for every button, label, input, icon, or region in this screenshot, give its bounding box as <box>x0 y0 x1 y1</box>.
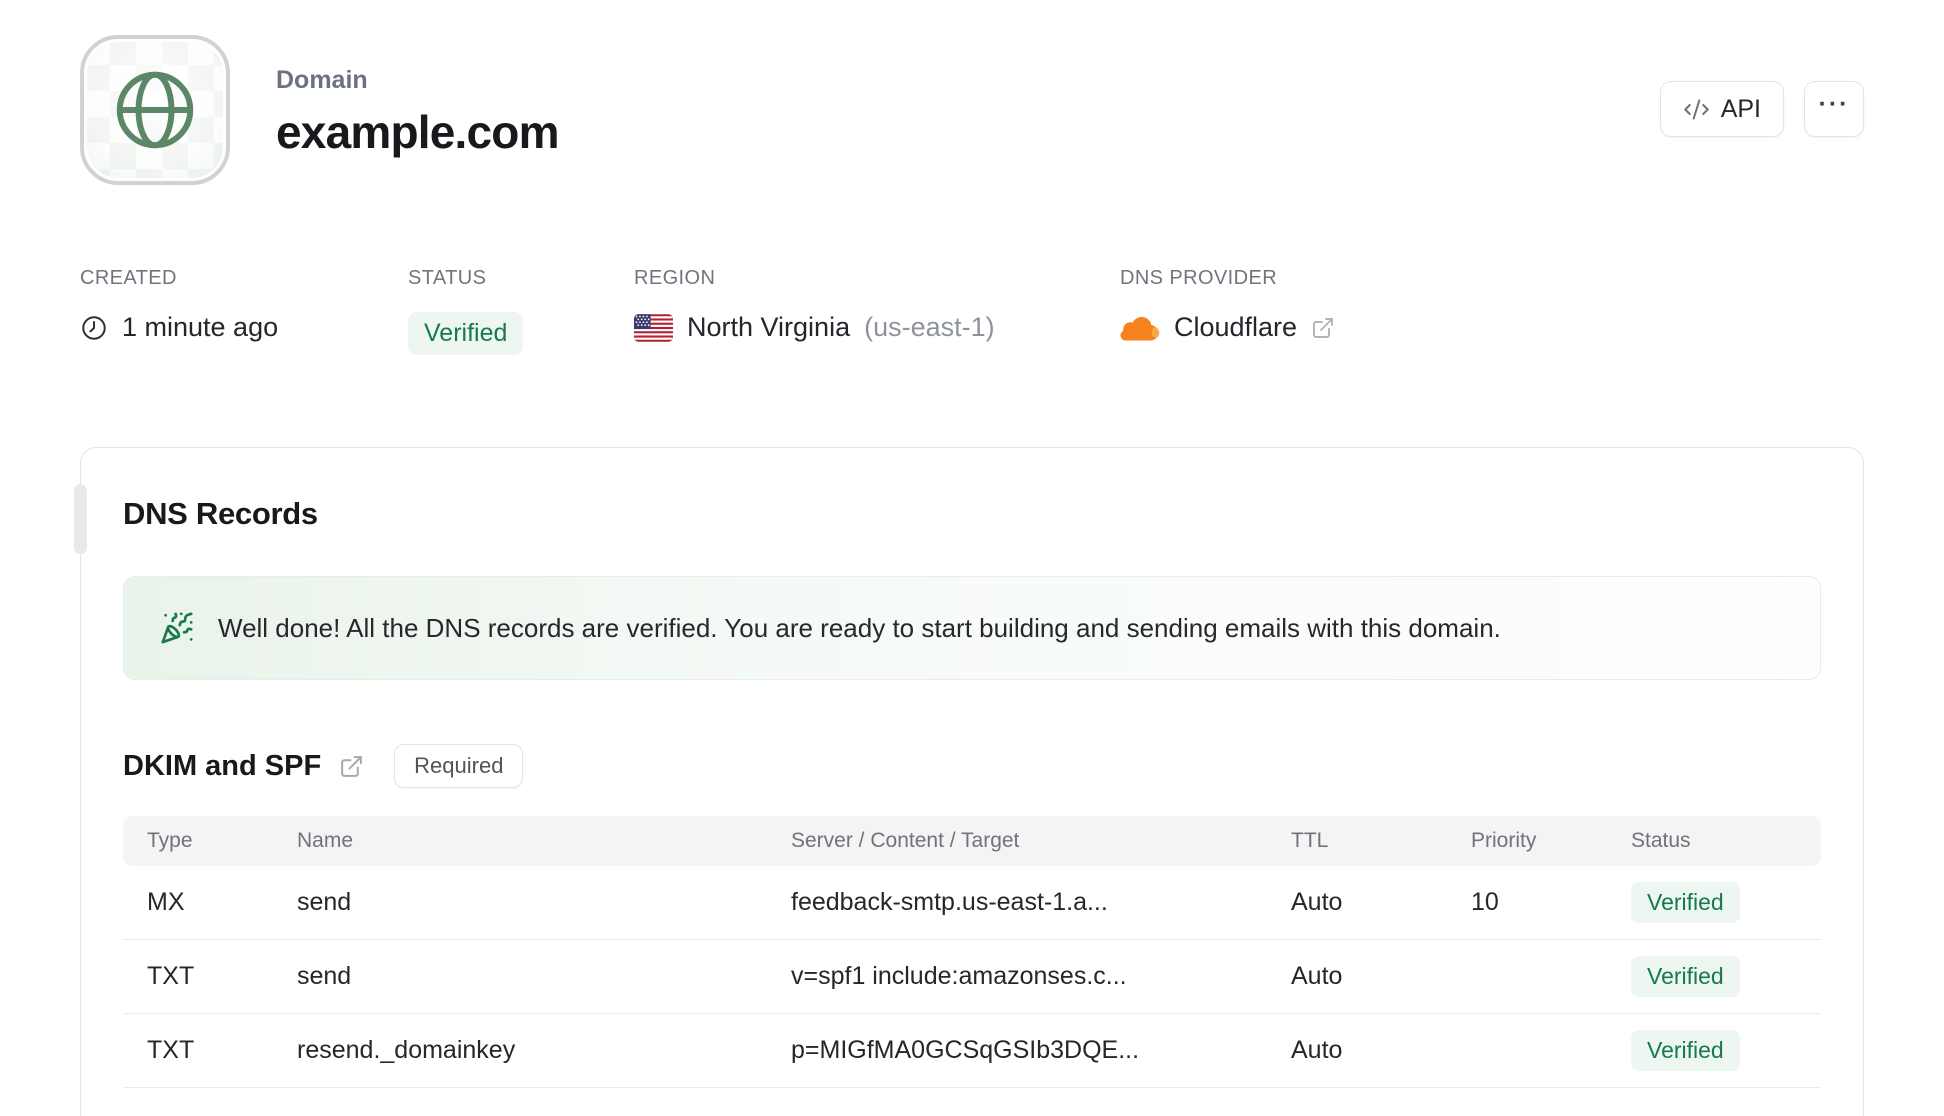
record-type: TXT <box>147 1036 195 1064</box>
clock-icon <box>80 314 108 342</box>
record-status-badge: Verified <box>1631 1030 1740 1071</box>
party-popper-icon <box>161 612 193 644</box>
record-ttl: Auto <box>1291 1036 1343 1064</box>
record-name: send <box>297 962 352 990</box>
meta-dns-provider: DNS PROVIDER Cloudflare <box>1120 267 1335 355</box>
cloudflare-icon <box>1120 314 1160 341</box>
page-title: example.com <box>276 105 559 158</box>
record-name: send <box>297 888 352 916</box>
record-type: TXT <box>147 962 195 990</box>
api-button[interactable]: API <box>1659 81 1784 137</box>
col-header-name: Name <box>297 829 354 852</box>
record-status-badge: Verified <box>1631 956 1740 997</box>
success-banner: Well done! All the DNS records are verif… <box>123 576 1821 680</box>
dkim-spf-title: DKIM and SPF <box>123 749 322 782</box>
meta-created: CREATED 1 minute ago <box>80 267 408 355</box>
col-header-type: Type <box>147 829 193 852</box>
domain-meta: CREATED 1 minute ago STATUS Verified REG… <box>80 267 1864 355</box>
table-row: TXT resend._domainkey p=MIGfMA0GCSqGSIb3… <box>123 1014 1821 1088</box>
record-type: MX <box>147 888 185 916</box>
col-header-ttl: TTL <box>1291 829 1329 852</box>
region-code: (us-east-1) <box>864 312 995 342</box>
status-badge: Verified <box>408 312 524 355</box>
table-row: TXT send v=spf1 include:amazonses.c... A… <box>123 940 1821 1014</box>
status-label: STATUS <box>408 267 487 289</box>
ellipsis-icon: ··· <box>1818 89 1850 118</box>
table-row: MX send feedback-smtp.us-east-1.a... Aut… <box>123 866 1821 940</box>
created-label: CREATED <box>80 267 177 289</box>
dkim-spf-section-header: DKIM and SPF Required <box>123 744 1821 788</box>
dns-records-card: DNS Records Well done! All the DNS recor… <box>74 447 1864 1116</box>
card-notch <box>74 484 87 554</box>
record-content: v=spf1 include:amazonses.c... <box>791 962 1127 990</box>
col-header-status: Status <box>1631 829 1691 852</box>
dns-records-table: Type Name Server / Content / Target TTL … <box>123 816 1821 1088</box>
meta-status: STATUS Verified <box>408 267 634 355</box>
record-status-badge: Verified <box>1631 882 1740 923</box>
record-content: feedback-smtp.us-east-1.a... <box>791 888 1108 916</box>
col-header-content: Server / Content / Target <box>791 829 1020 852</box>
dns-provider-label: DNS PROVIDER <box>1120 267 1278 289</box>
meta-region: REGION North Virginia (us-east-1) <box>634 267 1120 355</box>
record-priority: 10 <box>1471 888 1499 916</box>
api-button-label: API <box>1720 94 1761 123</box>
col-header-priority: Priority <box>1471 829 1537 852</box>
code-icon <box>1683 98 1709 120</box>
us-flag-icon <box>634 313 673 342</box>
record-ttl: Auto <box>1291 888 1343 916</box>
more-options-button[interactable]: ··· <box>1804 81 1864 137</box>
dns-records-title: DNS Records <box>123 496 318 531</box>
external-link-icon[interactable] <box>339 754 364 779</box>
globe-icon <box>116 71 194 149</box>
page-header: Domain example.com API ··· <box>80 35 1864 185</box>
record-content: p=MIGfMA0GCSqGSIb3DQE... <box>791 1036 1140 1064</box>
created-value: 1 minute ago <box>122 312 279 342</box>
required-badge: Required <box>394 744 524 788</box>
region-value: North Virginia <box>687 312 851 342</box>
dns-provider-value: Cloudflare <box>1174 312 1298 342</box>
domain-page: Domain example.com API ··· CREATED 1 min… <box>0 0 1944 1116</box>
record-name: resend._domainkey <box>297 1036 516 1064</box>
region-label: REGION <box>634 267 716 289</box>
domain-avatar <box>80 35 230 185</box>
domain-label: Domain <box>276 65 368 94</box>
record-ttl: Auto <box>1291 962 1343 990</box>
success-banner-text: Well done! All the DNS records are verif… <box>218 612 1501 643</box>
external-link-icon[interactable] <box>1311 316 1335 340</box>
table-header-row: Type Name Server / Content / Target TTL … <box>123 816 1821 866</box>
